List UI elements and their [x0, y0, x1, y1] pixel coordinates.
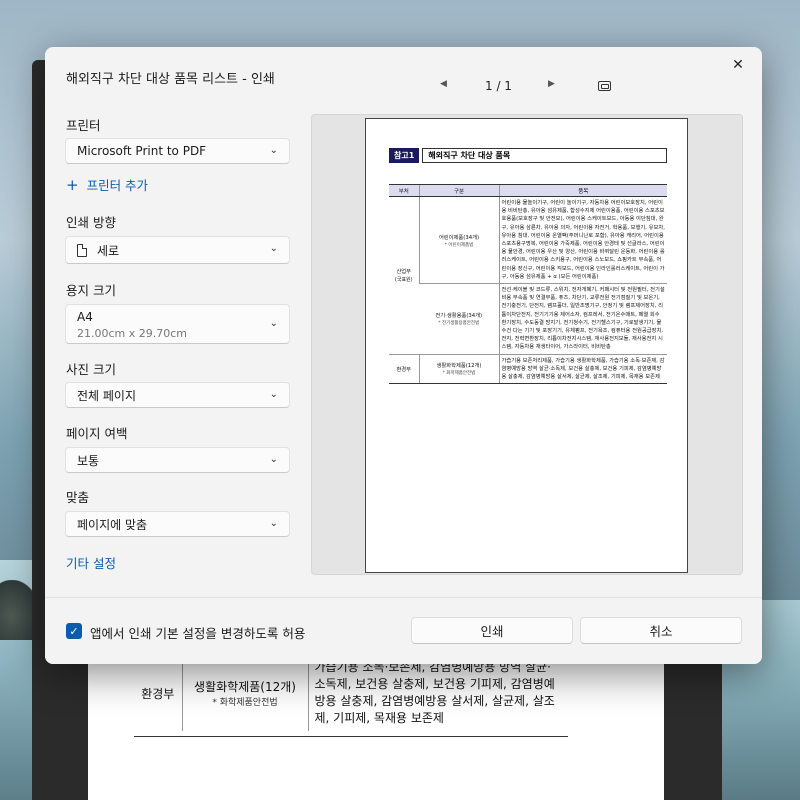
preview-item-table: 부처 구분 품목 산업부 (국표원) 어린이제품(34개) * 어린이제품법 어…	[389, 184, 667, 385]
preview-table-header-row: 부처 구분 품목	[389, 184, 667, 197]
paper-size-label: 용지 크기	[66, 283, 116, 298]
margins-select[interactable]: 보통 ⌄	[65, 447, 290, 473]
print-preview-area: 참고1 해외직구 차단 대상 품목 부처 구분 품목 산업부 (국표원) 어린이…	[311, 114, 743, 575]
chevron-down-icon: ⌄	[269, 145, 278, 156]
cancel-button[interactable]: 취소	[580, 617, 742, 644]
fit-label: 맞춤	[66, 490, 90, 505]
chevron-down-icon: ⌄	[269, 389, 278, 400]
category-law: * 어린이제품법	[444, 242, 474, 248]
dialog-title: 해외직구 차단 대상 품목 리스트 - 인쇄	[66, 72, 275, 87]
chevron-down-icon: ⌄	[269, 454, 278, 465]
orientation-select[interactable]: 세로 ⌄	[65, 236, 290, 264]
more-settings-link[interactable]: 기타 설정	[66, 553, 116, 572]
printer-value: Microsoft Print to PDF	[77, 144, 207, 158]
add-printer-label: 프린터 추가	[86, 178, 149, 193]
table-row: 산업부 (국표원) 어린이제품(34개) * 어린이제품법 어린이용 물놀이기구…	[389, 196, 667, 355]
background-table-bottom-line	[134, 736, 568, 737]
items-cell: 어린이용 물놀이기구, 어린이 놀이기구, 자동차용 어린이보호장치, 어린이용…	[498, 196, 667, 285]
next-page-icon[interactable]: ▶	[548, 79, 555, 89]
page-indicator: 1 / 1	[485, 79, 512, 93]
printer-select[interactable]: Microsoft Print to PDF ⌄	[65, 138, 290, 164]
paper-size-select[interactable]: A4 21.00cm x 29.70cm ⌄	[65, 304, 290, 344]
table-row: 전기·생활용품(34개) * 전기생활용품안전법 전선·케이블 및 코드류, 스…	[389, 283, 667, 355]
previous-page-icon[interactable]: ◀	[440, 79, 447, 89]
category-name: 전기·생활용품(34개)	[435, 313, 483, 320]
category-law: * 화학제품안전법	[442, 371, 476, 377]
reference-badge: 참고1	[389, 148, 420, 163]
header-ministry: 부처	[389, 184, 419, 197]
background-items-cell: 가습기용 소독·보존제, 감염병예방용 방역 살균·소독제, 보건용 살충제, …	[314, 660, 555, 725]
print-button[interactable]: 인쇄	[411, 617, 573, 644]
photo-size-value: 전체 페이지	[77, 388, 137, 403]
ministry-cell: 환경부	[389, 354, 419, 385]
chevron-down-icon: ⌄	[269, 243, 278, 254]
fit-to-window-icon[interactable]	[598, 81, 611, 91]
category-cell: 전기·생활용품(34개) * 전기생활용품안전법	[419, 283, 499, 355]
category-cell: 생활화학제품(12개) * 화학제품안전법	[418, 354, 499, 385]
fit-value: 페이지에 맞춤	[77, 517, 148, 532]
background-category-sub: * 화학제품안전법	[212, 698, 278, 708]
items-cell: 가습기용 보존처리제품, 가습기용 생활화학제품, 가습기용 소독·보존제, 감…	[498, 354, 667, 385]
preview-document-title: 해외직구 차단 대상 품목	[422, 148, 667, 163]
header-category: 구분	[418, 184, 499, 197]
allow-app-settings-checkbox[interactable]: ✓	[66, 623, 82, 639]
category-name: 생활화학제품(12개)	[436, 363, 482, 370]
table-row: 환경부 생활화학제품(12개) * 화학제품안전법 가습기용 보존처리제품, 가…	[389, 354, 667, 385]
background-document-table: 환경부 생활화학제품(12개) * 화학제품안전법 가습기용 소독·보존제, 감…	[134, 655, 566, 731]
portrait-page-icon	[77, 243, 87, 257]
add-printer-link[interactable]: + 프린터 추가	[66, 175, 148, 194]
preview-title-bar: 참고1 해외직구 차단 대상 품목	[389, 148, 667, 163]
background-category-cell: 생활화학제품(12개) * 화학제품안전법	[182, 655, 309, 731]
margins-label: 페이지 여백	[66, 426, 128, 441]
photo-size-label: 사진 크기	[66, 362, 116, 377]
printer-label: 프린터	[66, 118, 101, 133]
ministry-sub: (국표원)	[394, 277, 413, 284]
page-navigator: ◀ 1 / 1 ▶	[440, 77, 762, 97]
ministry-cell: 산업부 (국표원)	[389, 196, 419, 355]
header-items: 품목	[498, 184, 667, 197]
plus-icon: +	[66, 175, 79, 194]
dialog-footer: ✓ 앱에서 인쇄 기본 설정을 변경하도록 허용 인쇄 취소	[45, 598, 762, 664]
ministry-name: 환경부	[396, 366, 412, 373]
chevron-down-icon: ⌄	[269, 318, 278, 329]
preview-page: 참고1 해외직구 차단 대상 품목 부처 구분 품목 산업부 (국표원) 어린이…	[365, 118, 688, 573]
background-ministry-cell: 환경부	[134, 655, 183, 731]
close-icon[interactable]: ✕	[728, 55, 748, 75]
category-name: 어린이제품(34개)	[438, 234, 480, 241]
background-category: 생활화학제품(12개)	[194, 680, 296, 694]
paper-size-dimensions: 21.00cm x 29.70cm	[77, 327, 188, 340]
items-cell: 전선·케이블 및 코드류, 스위치, 전자개폐기, 커패시터 및 전원필터, 전…	[498, 283, 667, 355]
chevron-down-icon: ⌄	[269, 518, 278, 529]
category-cell: 어린이제품(34개) * 어린이제품법	[418, 196, 499, 285]
margins-value: 보통	[77, 453, 100, 468]
orientation-label: 인쇄 방향	[66, 215, 116, 230]
orientation-value: 세로	[97, 243, 120, 258]
print-dialog: 해외직구 차단 대상 품목 리스트 - 인쇄 ✕ ◀ 1 / 1 ▶ 프린터 M…	[45, 47, 762, 664]
category-law: * 전기생활용품안전법	[438, 321, 480, 327]
allow-app-settings-label[interactable]: 앱에서 인쇄 기본 설정을 변경하도록 허용	[90, 623, 305, 642]
fit-select[interactable]: 페이지에 맞춤 ⌄	[65, 511, 290, 537]
photo-size-select[interactable]: 전체 페이지 ⌄	[65, 382, 290, 408]
ministry-name: 산업부	[396, 269, 412, 276]
paper-size-value: A4	[77, 310, 93, 324]
